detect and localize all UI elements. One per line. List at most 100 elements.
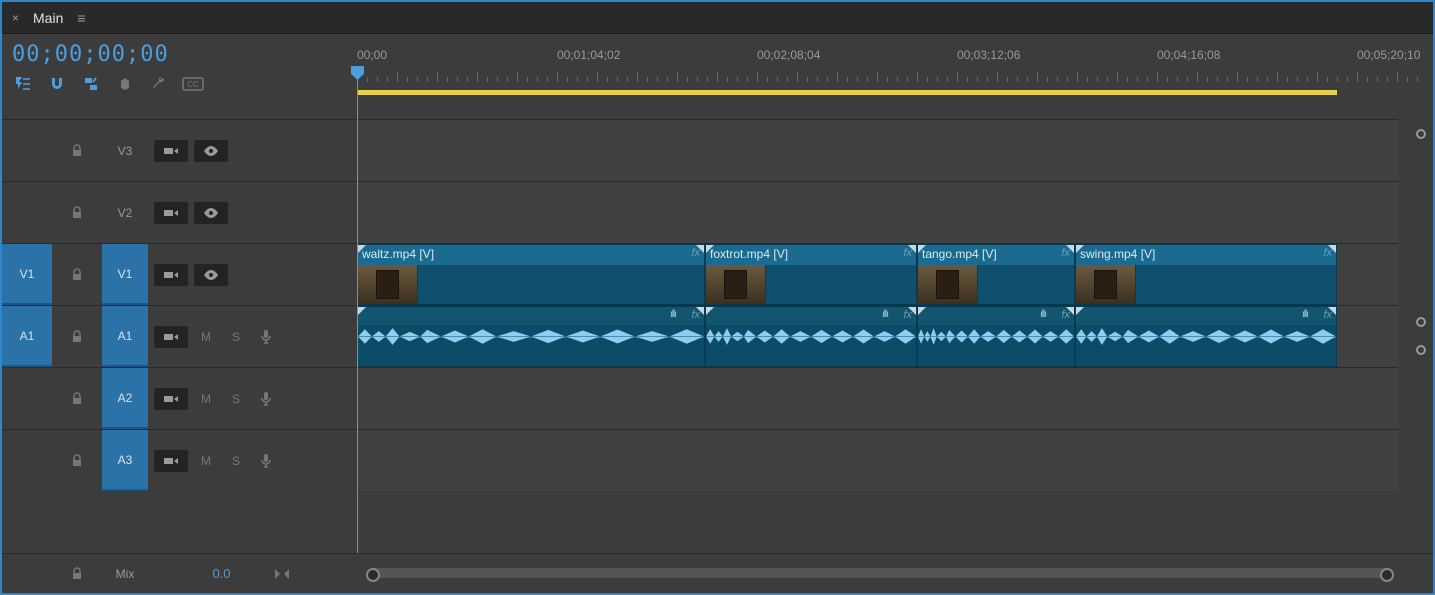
audio-lane-a3[interactable] — [357, 429, 1398, 491]
track-lock-toggle[interactable] — [52, 430, 102, 491]
playhead-line[interactable] — [357, 119, 358, 553]
track-area: V3V2V1V1A1A1MSA2MSA3MS waltz.mp4 [V]fxfo… — [2, 119, 1433, 553]
track-target-a2[interactable]: A2 — [102, 368, 148, 429]
tab-bar: × Main ≡ — [2, 2, 1433, 34]
footer-right — [357, 553, 1433, 593]
time-ruler-area[interactable]: 00;0000;01;04;0200;02;08;0400;03;12;0600… — [357, 34, 1433, 119]
insert-overwrite-toggle[interactable] — [154, 388, 188, 410]
insert-overwrite-toggle[interactable] — [154, 326, 188, 348]
video-lane-v2[interactable] — [357, 181, 1398, 243]
vertical-scroll-video[interactable] — [1415, 129, 1427, 139]
track-target-a1[interactable]: A1 — [102, 306, 148, 367]
audio-waveform-icon: ıllı — [882, 309, 888, 320]
solo-toggle[interactable]: S — [224, 326, 248, 348]
insert-overwrite-toggle[interactable] — [154, 264, 188, 286]
audio-clip[interactable]: ıllıfx — [705, 306, 917, 367]
horizontal-zoom-scrollbar[interactable] — [367, 568, 1393, 578]
audio-clip[interactable]: ıllıfx — [1075, 306, 1337, 367]
fx-badge-icon: fx — [691, 309, 700, 321]
audio-lane-a2[interactable] — [357, 367, 1398, 429]
track-lock-toggle[interactable] — [52, 306, 102, 367]
insert-overwrite-toggle[interactable] — [154, 450, 188, 472]
video-clip[interactable]: waltz.mp4 [V] fx — [357, 244, 705, 305]
insert-overwrite-toggle[interactable] — [154, 202, 188, 224]
markers-icon[interactable] — [114, 73, 136, 95]
track-lock-toggle[interactable] — [52, 120, 102, 181]
source-patch-none[interactable] — [2, 182, 52, 243]
ruler-time-label: 00;00 — [357, 48, 387, 62]
solo-toggle[interactable]: S — [224, 388, 248, 410]
video-track-header-v3: V3 — [2, 119, 357, 181]
audio-track-header-a1: A1 A1 MS — [2, 305, 357, 367]
linked-selection-icon[interactable] — [80, 73, 102, 95]
footer-row: Mix 0.0 — [2, 553, 1433, 593]
track-target-v2[interactable]: V2 — [102, 182, 148, 243]
source-patch-A1[interactable]: A1 — [2, 306, 52, 367]
track-lock-toggle[interactable] — [52, 182, 102, 243]
mute-toggle[interactable]: M — [194, 326, 218, 348]
work-area-bar[interactable] — [357, 90, 1337, 95]
snap-magnet-icon[interactable] — [46, 73, 68, 95]
track-target-a3[interactable]: A3 — [102, 430, 148, 491]
audio-clip[interactable]: ıllı fx — [357, 306, 705, 367]
timeline-panel: × Main ≡ 00;00;00;00 — [0, 0, 1435, 595]
nest-sequence-icon[interactable] — [12, 73, 34, 95]
video-lane-v1[interactable]: waltz.mp4 [V] fx foxtrot.mp4 [V] fx tango.mp… — [357, 243, 1398, 305]
video-clip[interactable]: swing.mp4 [V] fx — [1075, 244, 1337, 305]
video-clip[interactable]: tango.mp4 [V]fx — [917, 244, 1075, 305]
track-lock-toggle[interactable] — [52, 244, 102, 305]
playhead-timecode[interactable]: 00;00;00;00 — [12, 42, 347, 67]
voiceover-record-toggle[interactable] — [254, 450, 278, 472]
track-divider-handle[interactable] — [1415, 317, 1427, 327]
mix-lock[interactable] — [52, 554, 102, 593]
source-patch-none[interactable] — [2, 120, 52, 181]
settings-wrench-icon[interactable] — [148, 73, 170, 95]
mute-toggle[interactable]: M — [194, 388, 218, 410]
fx-badge-icon: fx — [1323, 309, 1332, 321]
close-tab-button[interactable]: × — [8, 11, 23, 25]
mix-pan-icon[interactable] — [271, 563, 293, 585]
voiceover-record-toggle[interactable] — [254, 388, 278, 410]
clip-label: waltz.mp4 [V] — [362, 247, 434, 261]
ruler-time-label: 00;03;12;06 — [957, 48, 1020, 62]
audio-waveform-icon: ıllı — [670, 309, 676, 320]
voiceover-record-toggle[interactable] — [254, 326, 278, 348]
clip-thumbnail — [706, 265, 766, 304]
video-lane-v3[interactable] — [357, 119, 1398, 181]
fx-badge-icon: fx — [903, 247, 912, 259]
mix-level-db[interactable]: 0.0 — [212, 566, 230, 581]
solo-toggle[interactable]: S — [224, 450, 248, 472]
source-patch-none[interactable] — [2, 368, 52, 429]
fx-badge-icon: fx — [1323, 247, 1332, 259]
source-patch-V1[interactable]: V1 — [2, 244, 52, 305]
track-visibility-toggle[interactable] — [194, 202, 228, 224]
source-patch-none[interactable] — [2, 430, 52, 491]
track-target-v1[interactable]: V1 — [102, 244, 148, 305]
ruler-time-label: 00;05;20;10 — [1357, 48, 1420, 62]
video-track-header-v1: V1 V1 — [2, 243, 357, 305]
playhead-ruler[interactable] — [357, 66, 358, 119]
tab-sequence-name[interactable]: Main — [29, 10, 67, 26]
audio-waveform-icon: ıllı — [1040, 309, 1046, 320]
mute-toggle[interactable]: M — [194, 450, 218, 472]
clip-label: swing.mp4 [V] — [1080, 247, 1155, 261]
video-clip[interactable]: foxtrot.mp4 [V] fx — [705, 244, 917, 305]
audio-clip[interactable]: ıllıfx — [917, 306, 1075, 367]
track-lock-toggle[interactable] — [52, 368, 102, 429]
panel-menu-button[interactable]: ≡ — [73, 10, 89, 26]
insert-overwrite-toggle[interactable] — [154, 140, 188, 162]
clip-label: foxtrot.mp4 [V] — [710, 247, 788, 261]
closed-caption-icon[interactable]: CC — [182, 73, 204, 95]
fx-badge-icon: fx — [691, 247, 700, 259]
track-target-v3[interactable]: V3 — [102, 120, 148, 181]
mix-track-name[interactable]: Mix — [102, 554, 148, 593]
track-visibility-toggle[interactable] — [194, 264, 228, 286]
clip-thumbnail — [358, 265, 418, 304]
track-visibility-toggle[interactable] — [194, 140, 228, 162]
ruler-time-label: 00;04;16;08 — [1157, 48, 1220, 62]
horizontal-zoom-thumb[interactable] — [367, 568, 1393, 578]
clip-thumbnail — [1076, 265, 1136, 304]
vertical-scroll-audio[interactable] — [1415, 345, 1427, 355]
mix-source-slot — [2, 554, 52, 593]
audio-lane-a1[interactable]: ıllıfxıllıfxıllıfxıllıfx — [357, 305, 1398, 367]
